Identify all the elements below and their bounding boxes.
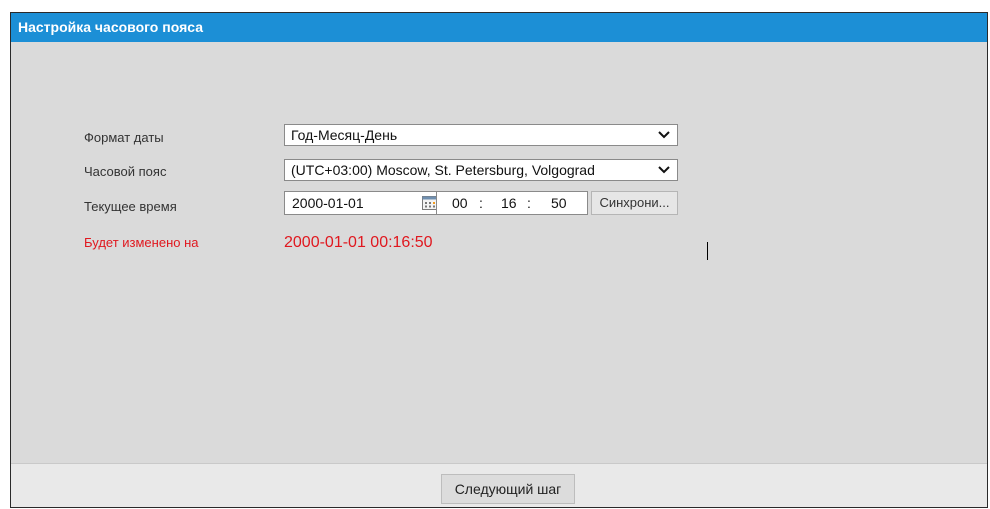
date-value: 2000-01-01: [292, 195, 364, 211]
time-input[interactable]: 00 : 16 : 50: [436, 191, 588, 215]
time-zone-select[interactable]: (UTC+03:00) Moscow, St. Petersburg, Volg…: [284, 159, 678, 181]
will-change-value: 2000-01-01 00:16:50: [284, 234, 433, 251]
date-format-value: Год-Месяц-День: [291, 127, 398, 143]
chevron-down-icon: [658, 131, 670, 139]
minutes-field[interactable]: 16: [501, 195, 517, 211]
dialog-title: Настройка часового пояса: [11, 13, 987, 42]
will-change-label: Будет изменено на: [84, 235, 199, 250]
sync-button[interactable]: Синхрони...: [591, 191, 678, 215]
next-step-button[interactable]: Следующий шаг: [441, 474, 575, 504]
current-time-label: Текущее время: [84, 199, 177, 214]
date-format-select[interactable]: Год-Месяц-День: [284, 124, 678, 146]
time-separator: :: [527, 195, 531, 211]
date-format-label: Формат даты: [84, 130, 164, 145]
time-zone-value: (UTC+03:00) Moscow, St. Petersburg, Volg…: [291, 162, 595, 178]
date-input[interactable]: 2000-01-01: [284, 191, 443, 215]
hours-field[interactable]: 00: [452, 195, 468, 211]
seconds-field[interactable]: 50: [551, 195, 567, 211]
chevron-down-icon: [658, 166, 670, 174]
time-zone-label: Часовой пояс: [84, 164, 167, 179]
text-cursor: [707, 242, 708, 260]
timezone-settings-panel: Настройка часового пояса Формат даты Год…: [10, 12, 988, 508]
time-separator: :: [479, 195, 483, 211]
